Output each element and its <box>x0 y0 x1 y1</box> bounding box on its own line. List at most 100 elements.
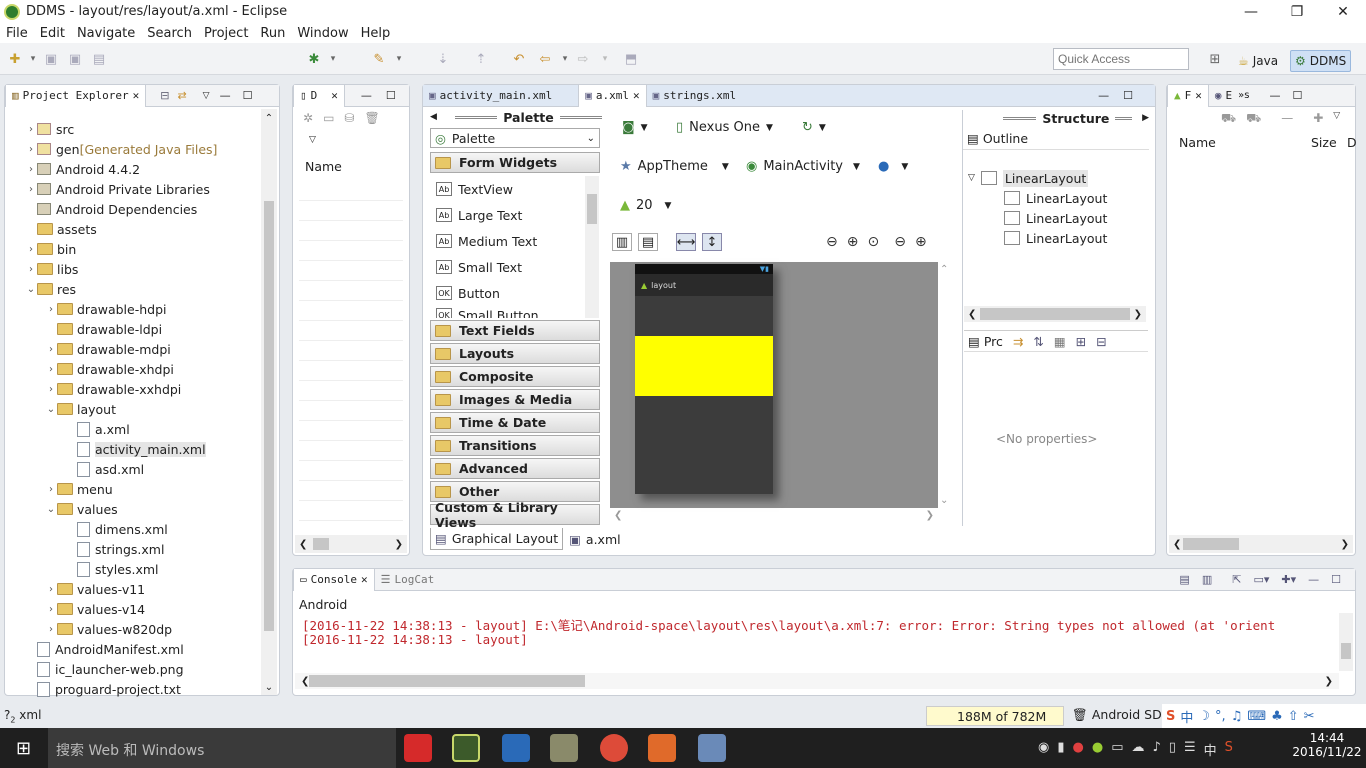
scroll-left-icon[interactable]: ❮ <box>301 676 309 687</box>
scroll-right-icon[interactable]: ❯ <box>1134 309 1142 320</box>
external-tools-icon[interactable]: ✎ <box>370 51 388 67</box>
perspective-java[interactable]: ☕ Java <box>1234 50 1282 72</box>
minimize-view-icon[interactable]: — <box>1098 89 1109 102</box>
palette-category-transitions[interactable]: Transitions <box>430 435 600 456</box>
minimize-button[interactable]: — <box>1228 0 1274 23</box>
tab-logcat[interactable]: ☰ LogCat <box>375 569 441 591</box>
expanded-arrow-icon[interactable]: ⌄ <box>25 284 37 295</box>
ime-skin-icon[interactable]: ♣ <box>1271 709 1283 724</box>
delete-icon[interactable]: — <box>1281 111 1293 127</box>
scroll-left-icon[interactable]: ❮ <box>1173 539 1181 550</box>
expanded-arrow-icon[interactable]: ⌄ <box>45 504 57 515</box>
palette-scrollbar[interactable] <box>585 176 599 318</box>
scroll-thumb[interactable] <box>587 194 597 224</box>
sort-az-icon[interactable]: ⇅ <box>1033 334 1043 349</box>
pin-editor-icon[interactable]: ⬒ <box>622 51 640 67</box>
outline-hscroll[interactable]: ❮ ❯ <box>964 306 1146 322</box>
scroll-right-icon[interactable]: ❯ <box>926 510 934 524</box>
collapse-all-icon[interactable]: ⊟ <box>160 89 169 102</box>
scroll-up-icon[interactable]: ⌃ <box>261 113 277 124</box>
scroll-thumb[interactable] <box>309 675 585 687</box>
layout-horizontal-icon[interactable]: ▥ <box>612 233 632 251</box>
new-icon[interactable]: ✚ <box>6 51 24 67</box>
tree-item[interactable]: › src <box>25 119 74 139</box>
palette-item-button[interactable]: OK Button <box>436 282 500 304</box>
tree-item[interactable]: › Android Private Libraries <box>25 179 210 199</box>
tab-activity-main[interactable]: ▣ activity_main.xml <box>423 85 558 107</box>
tree-item[interactable]: ⌄ values <box>45 499 118 519</box>
tree-item[interactable]: drawable-ldpi <box>45 319 162 339</box>
palette-category-composite[interactable]: Composite <box>430 366 600 387</box>
tree-item[interactable]: strings.xml <box>65 539 164 559</box>
minimize-view-icon[interactable]: — <box>220 89 231 102</box>
tree-item[interactable]: ⌄ layout <box>45 399 116 419</box>
palette-item-medium-text[interactable]: Ab Medium Text <box>436 230 537 252</box>
back-icon[interactable]: ⇦ <box>536 51 554 67</box>
palette-item-textview[interactable]: Ab TextView <box>436 178 513 200</box>
theme-dropdown[interactable]: ★ AppTheme ▼ <box>620 159 729 174</box>
collapsed-arrow-icon[interactable]: › <box>45 624 57 635</box>
palette-category-images-media[interactable]: Images & Media <box>430 389 600 410</box>
maximize-view-icon[interactable]: ☐ <box>386 89 396 102</box>
palette-category-text-fields[interactable]: Text Fields <box>430 320 600 341</box>
tree-item[interactable]: › drawable-xhdpi <box>45 359 174 379</box>
fill-height-icon[interactable]: ↕ <box>702 233 722 251</box>
menu-file[interactable]: File <box>0 26 34 41</box>
forward-dropdown-icon[interactable]: ▾ <box>596 51 614 67</box>
menu-run[interactable]: Run <box>254 26 291 41</box>
palette-item-small-text[interactable]: Ab Small Text <box>436 256 522 278</box>
scroll-left-icon[interactable]: ❮ <box>614 510 622 524</box>
collapse-all-icon[interactable]: ⊟ <box>1096 334 1106 349</box>
api-level-dropdown[interactable]: ▲ 20 ▼ <box>620 198 671 213</box>
pin-console-icon[interactable]: ⇱ <box>1232 573 1241 586</box>
orientation-dropdown[interactable]: ↻ ▼ <box>802 120 826 135</box>
close-icon[interactable]: ✕ <box>361 573 368 586</box>
tree-item[interactable]: ⌄ res <box>25 279 76 299</box>
menu-edit[interactable]: Edit <box>34 26 71 41</box>
tree-item[interactable]: › drawable-mdpi <box>45 339 171 359</box>
scroll-thumb[interactable] <box>264 201 274 631</box>
save-icon[interactable]: ▣ <box>42 51 60 67</box>
ime-upload-icon[interactable]: ⇧ <box>1288 709 1299 724</box>
maximize-view-icon[interactable]: ☐ <box>1331 573 1341 586</box>
tray-network-icon[interactable]: ▭ <box>1111 740 1123 759</box>
tree-item[interactable]: › Android 4.4.2 <box>25 159 140 179</box>
scroll-thumb[interactable] <box>980 308 1130 320</box>
palette-category-form-widgets[interactable]: Form Widgets <box>430 152 600 173</box>
menu-search[interactable]: Search <box>141 26 198 41</box>
tray-notification-icon[interactable]: ☰ <box>1184 740 1196 759</box>
console-vscroll[interactable] <box>1339 613 1353 671</box>
tree-item[interactable]: › values-v11 <box>45 579 145 599</box>
menu-project[interactable]: Project <box>198 26 254 41</box>
maximize-view-icon[interactable]: ☐ <box>1292 89 1302 102</box>
expanded-arrow-icon[interactable]: ⌄ <box>45 404 57 415</box>
tree-item[interactable]: activity_main.xml <box>65 439 206 459</box>
outline-child-linearlayout[interactable]: LinearLayout <box>1004 228 1107 248</box>
clear-console-icon[interactable]: ▤ <box>1179 573 1189 586</box>
fill-width-icon[interactable]: ⟷ <box>676 233 696 251</box>
tree-item[interactable]: asd.xml <box>65 459 144 479</box>
tree-item[interactable]: dimens.xml <box>65 519 168 539</box>
debug-process-icon[interactable]: ✲ <box>303 111 313 125</box>
filter-icon[interactable]: ⇉ <box>1013 334 1023 349</box>
tab-file-explorer[interactable]: ▲ F ✕ <box>1167 84 1209 107</box>
file-hscroll[interactable]: ❮ ❯ <box>1169 535 1353 553</box>
menu-window[interactable]: Window <box>291 26 354 41</box>
collapsed-arrow-icon[interactable]: › <box>45 584 57 595</box>
paint-app-icon[interactable] <box>698 734 726 762</box>
scroll-left-icon[interactable]: ❮ <box>968 309 976 320</box>
layout-config-dropdown[interactable]: ◙ ▼ <box>622 120 648 135</box>
tree-item[interactable]: › menu <box>45 479 113 499</box>
devices-name-column[interactable]: Name <box>305 159 342 174</box>
tree-item[interactable]: AndroidManifest.xml <box>25 639 184 659</box>
tray-volume-icon[interactable]: ♪ <box>1152 740 1160 759</box>
tree-item[interactable]: › values-w820dp <box>45 619 172 639</box>
palette-mode-dropdown[interactable]: ◎ Palette ⌄ <box>430 128 600 148</box>
palette-item-large-text[interactable]: Ab Large Text <box>436 204 522 226</box>
advanced-icon[interactable]: ▦ <box>1054 334 1066 349</box>
pull-file-icon[interactable]: ⛟ <box>1221 111 1236 127</box>
save-all-icon[interactable]: ▣ <box>66 51 84 67</box>
close-icon[interactable]: ✕ <box>133 89 140 102</box>
link-editor-icon[interactable]: ⇄ <box>177 89 186 102</box>
file-col-name[interactable]: Name <box>1179 135 1216 150</box>
